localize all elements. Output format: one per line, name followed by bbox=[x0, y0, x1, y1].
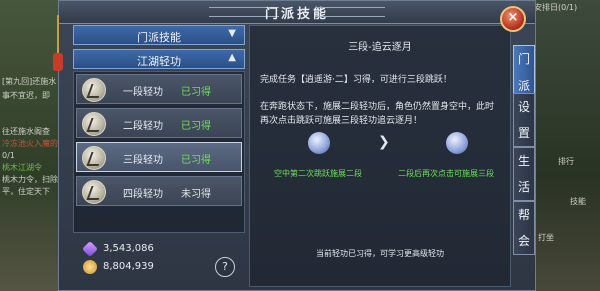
title-decoration bbox=[315, 7, 385, 17]
demo-caption: 二段后再次点击可施展三段 bbox=[398, 169, 494, 178]
help-button[interactable]: ? bbox=[215, 257, 235, 277]
skill-item-selected[interactable]: 三段轻功 已习得 bbox=[76, 142, 242, 172]
bg-quest-line: 往还施水阁查 bbox=[2, 127, 50, 136]
skill-icon bbox=[82, 112, 106, 136]
skill-icon bbox=[82, 180, 106, 204]
bg-skill-label: 技能 bbox=[570, 197, 586, 206]
bg-quest-line: 平，住定天下 bbox=[2, 187, 50, 196]
skill-description: 在奔跑状态下，施展二段轻功后，角色仍然置身空中，此时再次点击跳跃可施展三段轻功追… bbox=[260, 102, 495, 126]
lantern-decoration bbox=[53, 15, 63, 85]
skill-detail-title: 三段-追云逐月 bbox=[348, 42, 412, 53]
demo-caption: 空中第二次跳跃施展二段 bbox=[274, 169, 362, 178]
category-lightness-skills[interactable]: 江湖轻功 ▲ bbox=[73, 49, 245, 69]
skill-name: 三段轻功 bbox=[123, 155, 163, 166]
skill-status: 已习得 bbox=[181, 155, 211, 166]
skill-list-panel: 门派技能 ▼ 江湖轻功 ▲ 一段轻功 已习得 二段轻功 已习得 三段轻功 已习得 bbox=[73, 25, 245, 287]
window-titlebar: 门派技能 bbox=[59, 1, 535, 24]
jump-demo-icon bbox=[308, 132, 330, 154]
skill-name: 二段轻功 bbox=[123, 121, 163, 132]
tab-guild[interactable]: 帮会 bbox=[513, 201, 535, 255]
currency-gems: 3,543,086 bbox=[73, 241, 245, 259]
skill-icon bbox=[82, 78, 106, 102]
bg-quest-line: 桃木力令，扫除 bbox=[2, 175, 58, 184]
category-label: 江湖轻功 bbox=[137, 55, 181, 68]
skill-name: 一段轻功 bbox=[123, 87, 163, 98]
skill-name: 四段轻功 bbox=[123, 189, 163, 200]
skill-icon bbox=[82, 146, 106, 170]
skill-detail-panel: 三段-追云逐月 完成任务【逍遥游·二】习得，可进行三段跳跃！ 在奔跑状态下，施展… bbox=[249, 25, 511, 287]
bg-quest-title: [第九回]还施水 bbox=[2, 77, 57, 86]
tab-life[interactable]: 生活 bbox=[513, 147, 535, 201]
bg-meditate-label: 打坐 bbox=[538, 233, 554, 242]
currency-amount: 3,543,086 bbox=[103, 243, 154, 254]
bg-rank-label: 排行 bbox=[558, 157, 574, 166]
coin-icon bbox=[83, 260, 97, 274]
bg-quest-line: 事不宜迟，即 bbox=[2, 91, 50, 100]
skill-footer-note: 当前轻功已习得，可学习更高级轻功 bbox=[316, 249, 444, 258]
skill-status: 未习得 bbox=[181, 189, 211, 200]
bg-quest-count: 0/1 bbox=[2, 151, 15, 160]
skill-requirement: 完成任务【逍遥游·二】习得，可进行三段跳跃！ bbox=[260, 75, 452, 85]
jump-demo-icon bbox=[446, 132, 468, 154]
skill-status: 已习得 bbox=[181, 87, 211, 98]
currency-amount: 8,804,939 bbox=[103, 261, 154, 272]
skills-window: 门派技能 门派技能 ▼ 江湖轻功 ▲ 一段轻功 已习得 二段轻功 已习得 三段轻… bbox=[53, 0, 536, 291]
bg-quest-red: 冷冻池火入魔的 bbox=[2, 139, 58, 148]
category-label: 门派技能 bbox=[137, 31, 181, 44]
skill-item[interactable]: 二段轻功 已习得 bbox=[76, 108, 242, 138]
chevron-up-icon: ▲ bbox=[228, 52, 236, 63]
bg-quest-title-2: 桃木江湖令 bbox=[2, 163, 42, 172]
tab-settings[interactable]: 设置 bbox=[513, 93, 535, 147]
close-button[interactable]: × bbox=[500, 6, 526, 32]
bg-right-top: 安排日(0/1) bbox=[534, 3, 578, 12]
background-right-hud: 安排日(0/1) 排行 技能 打坐 bbox=[530, 0, 600, 291]
chevron-down-icon: ▼ bbox=[228, 28, 236, 39]
skill-item[interactable]: 四段轻功 未习得 bbox=[76, 176, 242, 206]
skill-list: 一段轻功 已习得 二段轻功 已习得 三段轻功 已习得 四段轻功 未习得 bbox=[73, 71, 245, 233]
skill-item[interactable]: 一段轻功 已习得 bbox=[76, 74, 242, 104]
gem-icon bbox=[82, 241, 98, 257]
arrow-right-icon: ❯ bbox=[378, 134, 390, 150]
category-sect-skills[interactable]: 门派技能 ▼ bbox=[73, 25, 245, 45]
skill-status: 已习得 bbox=[181, 121, 211, 132]
